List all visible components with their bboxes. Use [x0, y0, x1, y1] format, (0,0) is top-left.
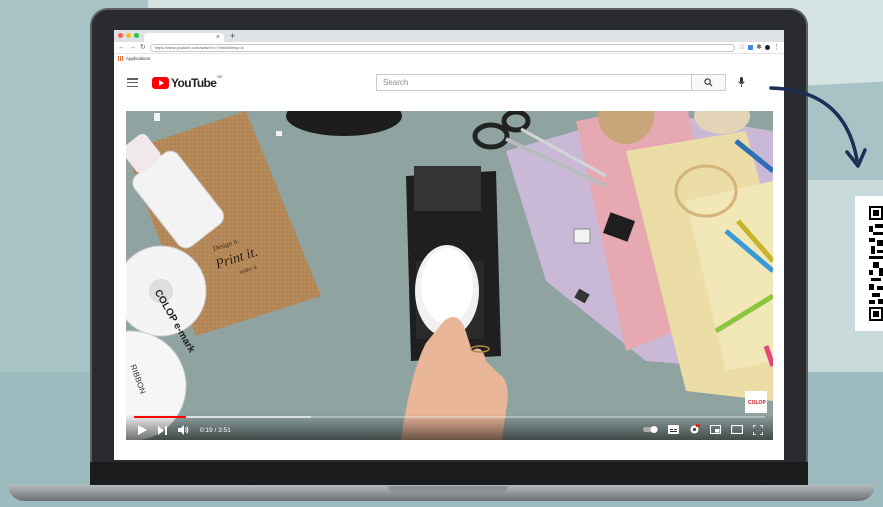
browser-menu-icon[interactable]: ⋮ [773, 42, 780, 54]
progress-played [134, 416, 186, 418]
reload-icon[interactable]: ↻ [140, 42, 146, 54]
country-code: BE [217, 73, 223, 79]
player-controls-right [643, 424, 763, 435]
bookmark-star-icon[interactable]: ☆ [739, 42, 745, 54]
new-tab-button[interactable]: + [230, 31, 235, 42]
laptop-notch [388, 486, 508, 494]
fullscreen-icon[interactable] [753, 424, 763, 435]
extension-icon[interactable] [748, 45, 754, 50]
youtube-wordmark: YouTube [171, 76, 217, 90]
puzzle-icon[interactable]: ✱ [756, 42, 762, 54]
laptop-bezel [90, 462, 808, 486]
curved-arrow-icon [769, 86, 867, 168]
browser-tab[interactable]: × [144, 33, 224, 42]
minimize-window-icon[interactable] [126, 33, 131, 38]
tab-close-icon[interactable]: × [216, 33, 220, 42]
play-icon[interactable] [138, 425, 147, 435]
volume-icon[interactable] [178, 425, 189, 435]
miniplayer-icon[interactable] [710, 425, 721, 434]
window-controls [118, 33, 139, 38]
autoplay-toggle-icon[interactable] [643, 426, 658, 433]
youtube-logo[interactable]: YouTube BE [152, 73, 223, 90]
close-window-icon[interactable] [118, 33, 123, 38]
qr-code[interactable] [869, 206, 883, 321]
apps-grid-icon [118, 56, 123, 61]
profile-avatar[interactable] [765, 45, 770, 50]
address-bar[interactable]: https://www.youtube.com/watch?v=Ywiw4Nmq… [149, 43, 735, 52]
video-player[interactable]: Design it. Print it. make it. COLOP e-ma… [126, 111, 773, 440]
theater-mode-icon[interactable] [731, 425, 743, 434]
microphone-icon [737, 77, 745, 87]
bookmarks-bar: Applications [114, 54, 784, 63]
search-icon [704, 78, 713, 87]
youtube-play-icon [152, 77, 169, 89]
search-button[interactable] [692, 74, 726, 91]
progress-bar[interactable] [134, 416, 765, 418]
extension-icons: ☆ ✱ ⋮ [739, 42, 780, 54]
bookmark-applications[interactable]: Applications [126, 54, 150, 63]
next-icon[interactable] [158, 425, 167, 435]
player-controls-left: 0:19 / 3:51 [138, 425, 231, 435]
laptop-screen: × + ← → ↻ https://www.youtube.com/watch?… [114, 30, 784, 460]
forward-icon[interactable]: → [129, 42, 136, 54]
white-clip [573, 228, 591, 244]
video-frame: Design it. Print it. make it. COLOP e-ma… [126, 111, 773, 440]
menu-icon[interactable] [127, 78, 138, 87]
svg-text:COLOP: COLOP [748, 400, 766, 406]
browser-tab-bar: × + [114, 30, 784, 42]
voice-search-button[interactable] [734, 75, 748, 90]
time-display: 0:19 / 3:51 [200, 426, 231, 434]
maximize-window-icon[interactable] [134, 33, 139, 38]
browser-toolbar: ← → ↻ https://www.youtube.com/watch?v=Yw… [114, 42, 784, 54]
back-icon[interactable]: ← [118, 42, 125, 54]
subtitles-icon[interactable] [668, 425, 679, 434]
settings-gear-icon[interactable] [689, 424, 700, 435]
search-input[interactable]: Search [376, 74, 692, 91]
